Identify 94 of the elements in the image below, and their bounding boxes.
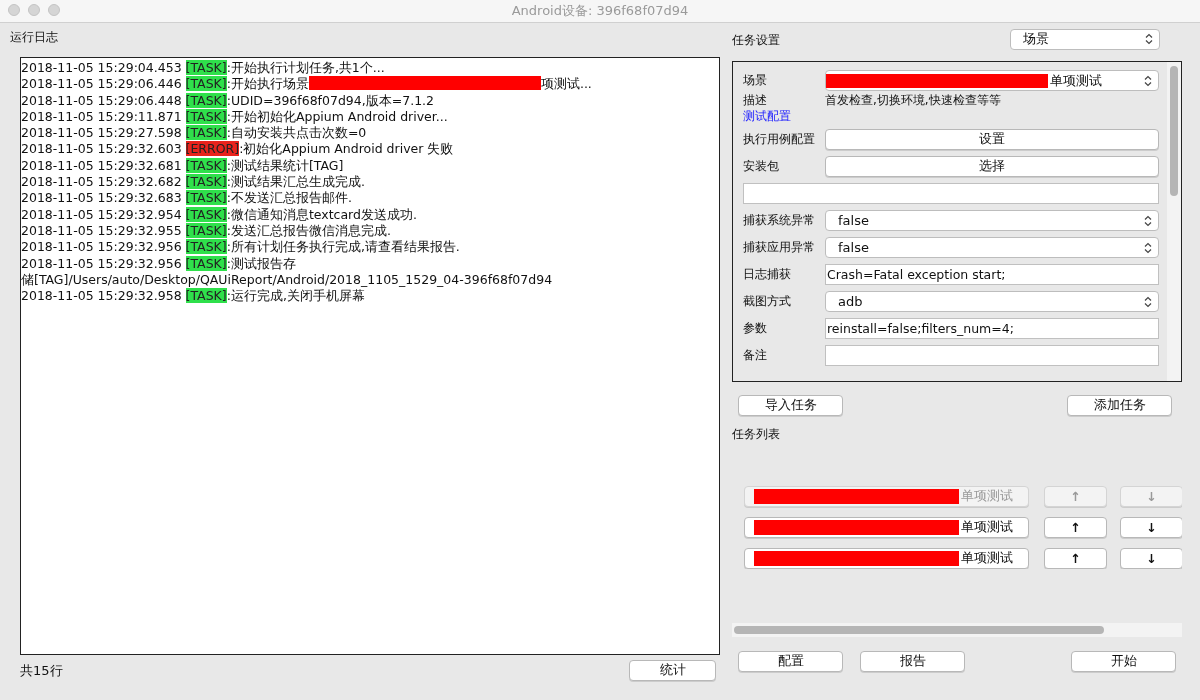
log-time: 2018-11-05 15:29:11.871 <box>21 108 182 124</box>
chevron-icon <box>1144 241 1152 254</box>
move-up-button[interactable]: ↑ <box>1044 548 1107 569</box>
form-button[interactable]: 设置 <box>825 129 1159 150</box>
log-text: :自动安装共点击次数=0 <box>226 125 367 141</box>
mode-select[interactable]: 场景 <box>1010 28 1160 50</box>
log-text: :微信通知消息textcard发送成功. <box>226 206 417 222</box>
log-time: 2018-11-05 15:29:32.956 <box>21 239 182 255</box>
dropdown[interactable]: adb <box>825 291 1159 312</box>
log-text: 项测试... <box>540 76 592 92</box>
log-tag: [TASK] <box>185 108 227 124</box>
window-control-icon[interactable] <box>28 4 40 16</box>
log-tag: [TASK] <box>185 60 227 75</box>
log-text: :开始执行场景 <box>226 76 309 92</box>
window-control-icon[interactable] <box>48 4 60 16</box>
input-field[interactable] <box>825 345 1159 366</box>
log-text: :UDID=396f68f07d94,版本=7.1.2 <box>226 92 435 108</box>
log-tag: [TASK] <box>185 125 227 141</box>
field-label: 场景 <box>743 72 768 89</box>
window-control-icon[interactable] <box>8 4 20 16</box>
log-time: 2018-11-05 15:29:32.603 <box>21 141 182 157</box>
window-title: Android设备: 396f68f07d94 <box>511 2 689 20</box>
field-label: 捕获系统异常 <box>743 212 816 229</box>
field-label: 安装包 <box>743 158 780 175</box>
log-text: :测试报告存 <box>226 255 296 271</box>
chevron-icon <box>1145 33 1153 45</box>
log-time: 2018-11-05 15:29:32.681 <box>21 157 182 173</box>
log-text: :初始化Appium Android driver 失败 <box>239 141 454 157</box>
field-label: 参数 <box>743 320 768 337</box>
line-count: 共15行 <box>20 661 63 680</box>
log-text: :发送汇总报告微信消息完成. <box>226 222 391 238</box>
chevron-icon <box>1144 295 1152 308</box>
action-button[interactable]: 开始 <box>1071 651 1176 672</box>
log-tag: [TASK] <box>185 288 227 304</box>
dropdown[interactable]: false <box>825 210 1159 231</box>
move-up-button[interactable]: ↑ <box>1044 517 1107 538</box>
log-time: 2018-11-05 15:29:32.954 <box>21 206 182 222</box>
log-time: 2018-11-05 15:29:32.683 <box>21 190 182 206</box>
task-button[interactable]: 单项测试 <box>744 517 1029 538</box>
action-button[interactable]: 报告 <box>860 651 965 672</box>
log-tag: [TASK] <box>185 76 227 92</box>
move-down-button[interactable]: ↓ <box>1120 517 1182 538</box>
log-tag: [TASK] <box>185 255 227 271</box>
input-field[interactable]: reinstall=false;filters_num=4; <box>825 318 1159 339</box>
log-time: 2018-11-05 15:29:32.955 <box>21 222 182 238</box>
log-text: :运行完成,关闭手机屏幕 <box>226 288 365 304</box>
log-tag: [TASK] <box>185 206 227 222</box>
panel-title: 任务列表 <box>732 426 781 442</box>
log-time: 2018-11-05 15:29:32.682 <box>21 174 182 190</box>
field-label: 执行用例配置 <box>743 131 816 148</box>
log-tag: [TASK] <box>185 239 227 255</box>
log-tag: [TASK] <box>185 157 227 173</box>
config-link[interactable]: 测试配置 <box>743 108 791 125</box>
description-text: 首发检查,切换环境,快速检查等等 <box>825 92 1001 109</box>
stats-button[interactable]: 统计 <box>629 660 716 681</box>
log-text: :开始执行计划任务,共1个... <box>226 60 385 75</box>
chevron-icon <box>1144 214 1152 227</box>
log-text: 储[TAG]/Users/auto/Desktop/QAUiReport/Android/2018_1105_1529_04-396f68f07d94 <box>21 271 553 287</box>
action-button[interactable]: 配置 <box>738 651 843 672</box>
log-text: :不发送汇总报告邮件. <box>226 190 352 206</box>
scrollbar-thumb[interactable] <box>1170 66 1178 196</box>
task-button[interactable]: 单项测试 <box>744 548 1029 569</box>
form-button[interactable]: 选择 <box>825 156 1159 177</box>
log-text: :所有计划任务执行完成,请查看结果报告. <box>226 239 460 255</box>
log-tag: [TASK] <box>185 190 227 206</box>
scrollbar-thumb[interactable] <box>734 626 1104 634</box>
log-time: 2018-11-05 15:29:32.958 <box>21 288 182 304</box>
dropdown[interactable]: false <box>825 237 1159 258</box>
field-label: 日志捕获 <box>743 266 792 283</box>
panel-title: 运行日志 <box>10 29 59 46</box>
field-label: 描述 <box>743 92 768 109</box>
dropdown[interactable]: 单项测试 <box>825 70 1159 91</box>
panel-title: 任务设置 <box>732 32 780 49</box>
log-text: :开始初始化Appium Android driver... <box>226 108 448 124</box>
log-text: :测试结果统计[TAG] <box>226 157 344 173</box>
log-tag: [TASK] <box>185 222 227 238</box>
log-time: 2018-11-05 15:29:06.446 <box>21 76 182 92</box>
field-label: 捕获应用异常 <box>743 239 816 256</box>
move-down-button[interactable]: ↓ <box>1120 548 1182 569</box>
chevron-icon <box>1144 74 1152 87</box>
import-button[interactable]: 导入任务 <box>738 395 843 416</box>
input-field[interactable] <box>743 183 1159 204</box>
log-time: 2018-11-05 15:29:27.598 <box>21 125 182 141</box>
log-tag: [ERROR] <box>185 141 240 157</box>
log-text: :测试结果汇总生成完成. <box>226 174 365 190</box>
log-time: 2018-11-05 15:29:32.956 <box>21 255 182 271</box>
input-field[interactable]: Crash=Fatal exception start; <box>825 264 1159 285</box>
log-tag: [TASK] <box>185 92 227 108</box>
field-label: 截图方式 <box>743 293 792 310</box>
field-label: 备注 <box>743 347 768 364</box>
log-tag: [TASK] <box>185 174 227 190</box>
log-time: 2018-11-05 15:29:06.448 <box>21 92 182 108</box>
log-time: 2018-11-05 15:29:04.453 <box>21 60 182 75</box>
add-task-button[interactable]: 添加任务 <box>1067 395 1172 416</box>
